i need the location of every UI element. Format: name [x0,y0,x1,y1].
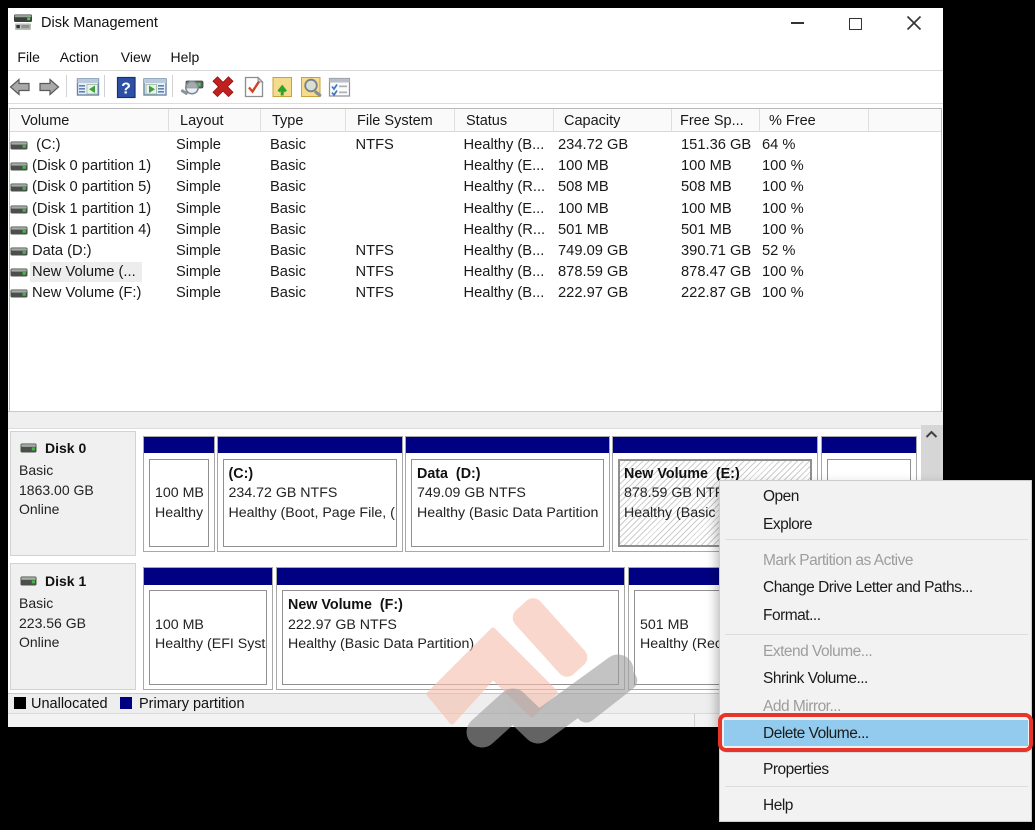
svg-text:?: ? [121,81,131,98]
